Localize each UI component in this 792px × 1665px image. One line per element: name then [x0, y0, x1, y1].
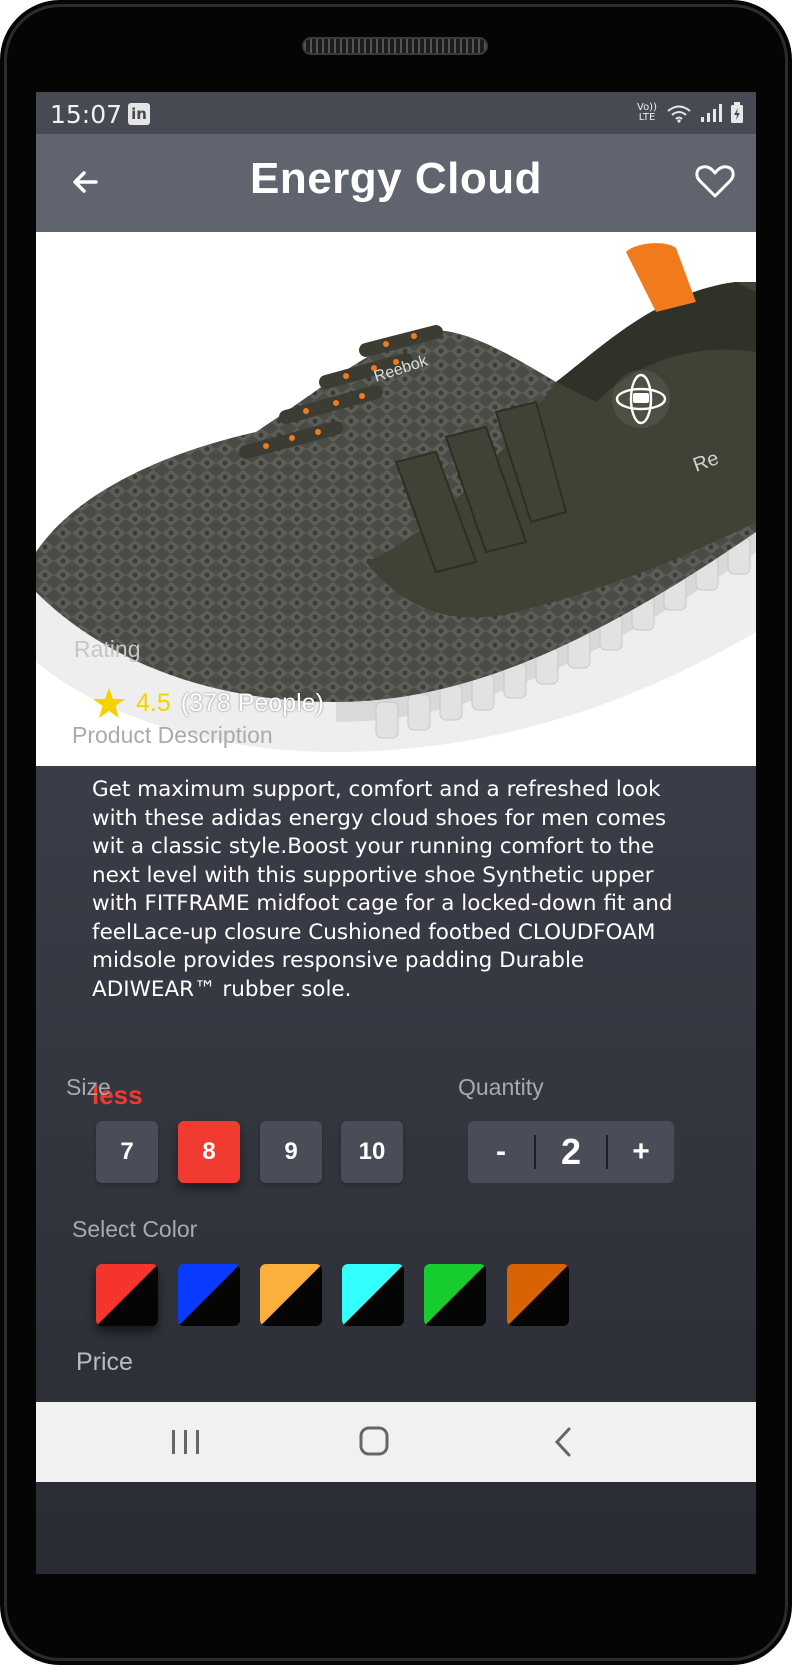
signal-icon [701, 104, 722, 122]
color-swatch-orange[interactable] [260, 1264, 322, 1326]
size-option-7[interactable]: 7 [96, 1121, 158, 1183]
page-title: Energy Cloud [249, 154, 543, 203]
app-bar: Energy Cloud [36, 134, 756, 232]
battery-charging-icon [731, 102, 743, 123]
rating-count: (378 People) [180, 688, 324, 717]
description-label: Product Description [72, 722, 273, 748]
quantity-label: Quantity [458, 1074, 544, 1100]
status-bar: 15:07 in Vo)) LTE [36, 92, 756, 134]
recent-apps-icon[interactable] [166, 1424, 206, 1460]
earpiece-speaker [302, 37, 488, 55]
color-swatch-blue[interactable] [178, 1264, 240, 1326]
select-color-label: Select Color [72, 1216, 198, 1242]
quantity-value: 2 [534, 1131, 608, 1172]
rating-label: Rating [74, 636, 141, 662]
product-image: Reebok Re Rating 4.5 (378 People) [36, 232, 756, 766]
quantity-decrement-button[interactable]: - [468, 1121, 534, 1183]
color-swatch-red[interactable] [96, 1264, 158, 1326]
quantity-stepper: - 2 + [468, 1121, 674, 1183]
status-icons: Vo)) LTE [636, 102, 744, 124]
size-option-8[interactable]: 8 [178, 1121, 240, 1183]
rating-row: 4.5 (378 People) [92, 686, 324, 720]
wifi-icon [667, 105, 691, 123]
product-description: Get maximum support, comfort and a refre… [92, 777, 673, 1002]
price-label: Price [76, 1348, 133, 1376]
status-time: 15:07 [50, 100, 123, 129]
phone-frame: 15:07 in Vo)) LTE Energy Cloud Reebok Re… [0, 0, 792, 1665]
view-360-icon[interactable] [612, 370, 670, 428]
back-chevron-icon[interactable] [544, 1424, 584, 1460]
app-screen: 15:07 in Vo)) LTE Energy Cloud Reebok Re… [36, 92, 756, 1574]
color-swatch-brown[interactable] [507, 1264, 569, 1326]
size-label: Size [66, 1074, 111, 1100]
heart-outline-icon[interactable] [694, 160, 736, 202]
quantity-increment-button[interactable]: + [608, 1121, 674, 1183]
home-icon[interactable] [354, 1424, 394, 1460]
star-icon [93, 688, 125, 718]
rating-value: 4.5 [136, 688, 171, 717]
system-nav-bar [36, 1402, 756, 1482]
color-swatch-green[interactable] [424, 1264, 486, 1326]
linkedin-icon: in [128, 103, 150, 125]
color-swatch-cyan[interactable] [342, 1264, 404, 1326]
size-option-9[interactable]: 9 [260, 1121, 322, 1183]
volte-icon: Vo)) LTE [637, 102, 657, 123]
size-option-10[interactable]: 10 [341, 1121, 403, 1183]
